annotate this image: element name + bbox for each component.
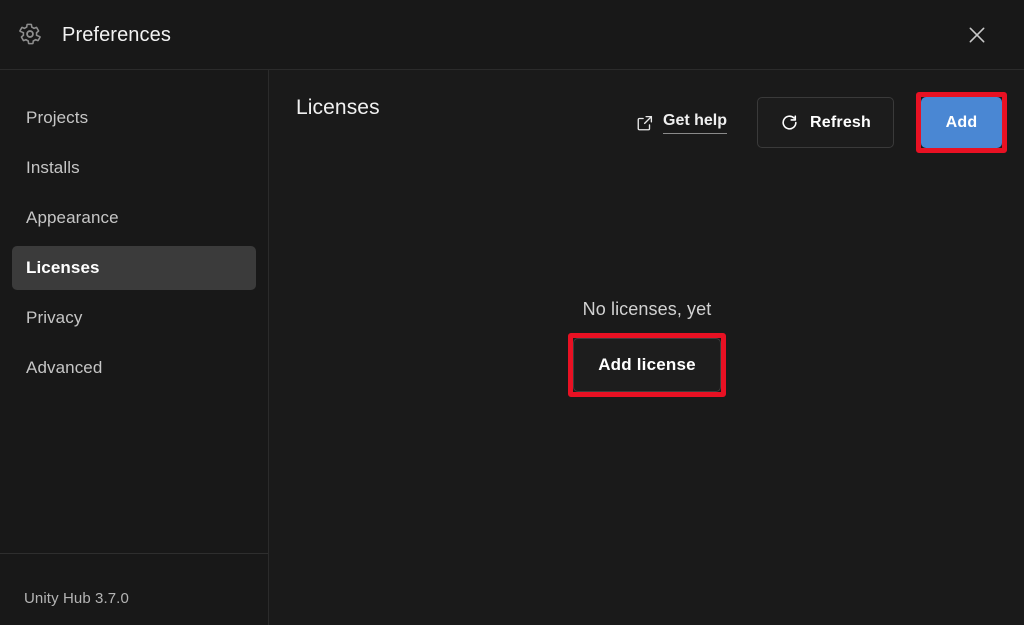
sidebar-item-label: Privacy [26,308,83,327]
sidebar-item-label: Advanced [26,358,103,377]
sidebar-divider [0,553,268,554]
sidebar-nav: Projects Installs Appearance Licenses Pr… [0,70,268,396]
title-bar: Preferences [0,0,1024,70]
sidebar: Projects Installs Appearance Licenses Pr… [0,70,269,625]
refresh-icon [780,113,799,132]
add-license-button-highlight: Add license [568,332,726,397]
refresh-label: Refresh [810,113,871,131]
sidebar-item-label: Licenses [26,258,100,277]
sidebar-item-advanced[interactable]: Advanced [12,346,256,390]
page-title: Licenses [296,96,380,119]
header-actions: Get help Refresh Add [628,92,1007,153]
sidebar-item-label: Installs [26,158,80,177]
add-license-button[interactable]: Add license [573,337,721,392]
sidebar-item-label: Projects [26,108,89,127]
refresh-button[interactable]: Refresh [757,97,894,148]
window-title: Preferences [62,24,171,46]
app-version-label: Unity Hub 3.7.0 [24,590,129,607]
get-help-label: Get help [663,111,728,134]
external-link-icon [636,114,654,132]
main-panel: Licenses Get help Refresh Add No license… [270,70,1024,625]
sidebar-item-installs[interactable]: Installs [12,146,256,190]
add-button[interactable]: Add [921,97,1002,148]
panel-header: Licenses Get help Refresh Add [270,70,1024,170]
add-button-highlight: Add [916,92,1007,153]
get-help-link[interactable]: Get help [628,101,735,145]
gear-icon [16,20,44,48]
close-icon[interactable] [958,16,996,54]
preferences-window: Preferences Projects Installs Appearance… [0,0,1024,625]
sidebar-item-licenses[interactable]: Licenses [12,246,256,290]
sidebar-item-projects[interactable]: Projects [12,96,256,140]
sidebar-item-privacy[interactable]: Privacy [12,296,256,340]
sidebar-item-appearance[interactable]: Appearance [12,196,256,240]
empty-state-content: No licenses, yet Add license [568,299,726,397]
sidebar-item-label: Appearance [26,208,119,227]
empty-state-message: No licenses, yet [582,298,712,319]
